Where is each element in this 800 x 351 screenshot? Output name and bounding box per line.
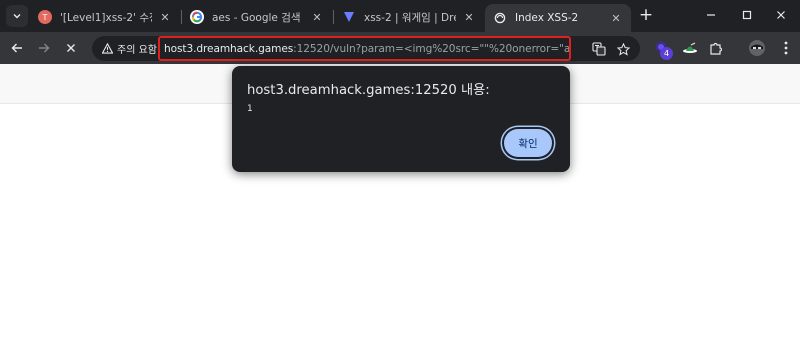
browser-window: T '[Level1]xss-2' 수정하기 ✕ aes - Google 검색… bbox=[0, 0, 800, 351]
extension-count-badge: 4 bbox=[660, 47, 673, 60]
plus-icon: + bbox=[638, 5, 654, 25]
tab-title: Index XSS-2 bbox=[515, 12, 579, 24]
close-icon[interactable]: ✕ bbox=[158, 10, 172, 24]
star-icon bbox=[616, 42, 630, 56]
url-path: :12520/vuln?param=<img%20src=""%20onerro… bbox=[293, 42, 571, 55]
tab-title: '[Level1]xss-2' 수정하기 bbox=[60, 11, 152, 24]
url-host: host3.dreamhack.games bbox=[164, 42, 294, 55]
extensions-menu-button[interactable] bbox=[706, 38, 726, 58]
dialog-message: 1 bbox=[247, 104, 253, 114]
close-icon bbox=[67, 44, 75, 52]
tab-dreamhack-wargame[interactable]: xss-2 | 워게임 | Dreamhack ✕ bbox=[334, 4, 484, 30]
tistory-favicon-icon: T bbox=[38, 10, 52, 24]
minimize-icon bbox=[707, 14, 715, 16]
tab-index-xss2[interactable]: Index XSS-2 ✕ bbox=[485, 4, 631, 32]
tab-level1-xss2[interactable]: T '[Level1]xss-2' 수정하기 ✕ bbox=[30, 4, 180, 30]
tab-title: aes - Google 검색 bbox=[212, 11, 301, 24]
tab-title: xss-2 | 워게임 | Dreamhack bbox=[364, 11, 456, 24]
ok-button[interactable]: 확인 bbox=[504, 129, 552, 157]
forward-button[interactable] bbox=[33, 37, 55, 59]
tab-bar: T '[Level1]xss-2' 수정하기 ✕ aes - Google 검색… bbox=[0, 0, 800, 32]
dreamhack-favicon-icon bbox=[342, 10, 356, 24]
arrow-right-icon bbox=[39, 43, 50, 53]
security-label: 주의 요함 bbox=[117, 45, 157, 56]
omnibox[interactable]: 주의 요함 host3.dreamhack.games:12520/vuln?p… bbox=[92, 36, 640, 61]
page-favicon-icon bbox=[493, 11, 507, 25]
warning-triangle-icon bbox=[102, 43, 113, 54]
back-button[interactable] bbox=[6, 37, 28, 59]
translate-icon bbox=[592, 42, 606, 56]
stop-loading-button[interactable] bbox=[60, 37, 82, 59]
arrow-left-icon bbox=[11, 43, 22, 53]
new-tab-button[interactable]: + bbox=[636, 5, 656, 25]
chrome-menu-button[interactable] bbox=[776, 38, 796, 58]
url-field[interactable]: host3.dreamhack.games:12520/vuln?param=<… bbox=[158, 36, 571, 61]
google-favicon-icon bbox=[190, 10, 204, 24]
navigation-toolbar: 주의 요함 host3.dreamhack.games:12520/vuln?p… bbox=[0, 32, 800, 64]
close-icon bbox=[777, 11, 785, 19]
dialog-title: host3.dreamhack.games:12520 내용: bbox=[247, 83, 490, 98]
close-icon[interactable]: ✕ bbox=[310, 10, 324, 24]
more-vertical-icon bbox=[784, 41, 788, 55]
extension-hat-icon bbox=[683, 42, 697, 53]
tab-search-button[interactable] bbox=[6, 5, 28, 27]
translate-button[interactable] bbox=[590, 40, 608, 58]
close-icon[interactable]: ✕ bbox=[609, 11, 623, 25]
bookmark-button[interactable] bbox=[614, 40, 632, 58]
profile-button[interactable] bbox=[746, 38, 768, 58]
close-icon[interactable]: ✕ bbox=[462, 10, 476, 24]
security-indicator[interactable]: 주의 요함 bbox=[96, 39, 163, 58]
tab-google-search[interactable]: aes - Google 검색 ✕ bbox=[182, 4, 332, 30]
minimize-button[interactable] bbox=[700, 4, 722, 26]
avatar-icon bbox=[749, 40, 765, 56]
extension-hat-button[interactable] bbox=[680, 38, 700, 58]
puzzle-icon bbox=[710, 42, 723, 55]
close-window-button[interactable] bbox=[770, 4, 792, 26]
maximize-button[interactable] bbox=[736, 4, 758, 26]
maximize-icon bbox=[742, 10, 752, 20]
chevron-down-icon bbox=[13, 14, 21, 19]
